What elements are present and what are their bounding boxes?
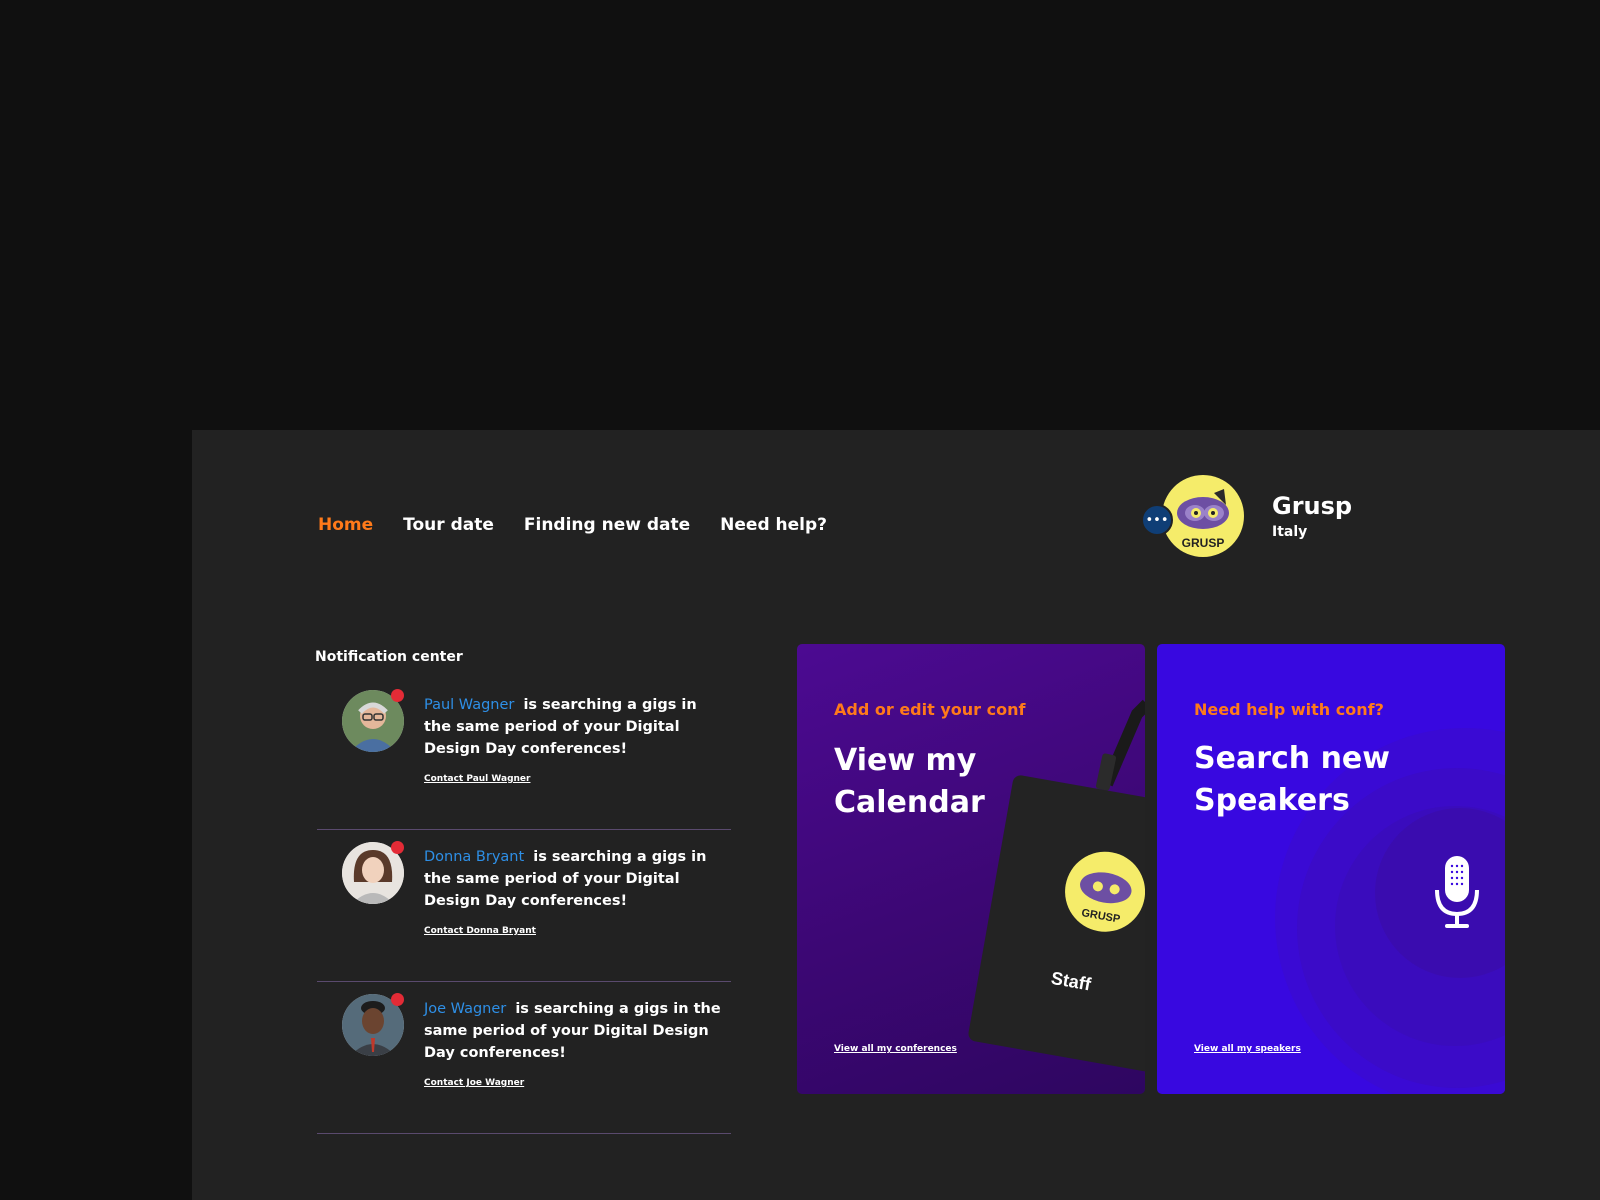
notification-center-title: Notification center <box>315 649 463 665</box>
speakers-card[interactable]: Need help with conf? Search new Speakers… <box>1157 644 1505 1094</box>
svg-text:GRUSP: GRUSP <box>1182 536 1225 550</box>
microphone-icon <box>1435 856 1479 928</box>
profile[interactable]: GRUSP ••• Grusp Italy <box>1141 475 1422 565</box>
notification-text: Paul Wagner is searching a gigs in the s… <box>424 694 724 760</box>
more-options-button[interactable]: ••• <box>1141 504 1173 536</box>
ellipsis-icon: ••• <box>1145 512 1169 528</box>
org-logo[interactable]: GRUSP <box>1162 475 1244 557</box>
notification-item: Joe Wagner is searching a gigs in the sa… <box>317 982 731 1134</box>
notification-text: Joe Wagner is searching a gigs in the sa… <box>424 998 724 1064</box>
notification-sender[interactable]: Paul Wagner <box>424 697 514 713</box>
contact-link[interactable]: Contact Donna Bryant <box>424 926 536 936</box>
card-kicker: Need help with conf? <box>1194 700 1384 719</box>
notification-item: Paul Wagner is searching a gigs in the s… <box>317 678 731 830</box>
org-name: Grusp <box>1272 492 1353 520</box>
org-country: Italy <box>1272 524 1308 540</box>
view-all-conferences-link[interactable]: View all my conferences <box>834 1044 957 1054</box>
unread-indicator <box>391 841 404 854</box>
unread-indicator <box>391 993 404 1006</box>
notification-list: Paul Wagner is searching a gigs in the s… <box>317 678 731 1134</box>
nav-tour-date[interactable]: Tour date <box>403 515 494 535</box>
top-nav: Home Tour date Finding new date Need hel… <box>318 515 857 535</box>
view-all-speakers-link[interactable]: View all my speakers <box>1194 1044 1301 1054</box>
notification-sender[interactable]: Joe Wagner <box>424 1001 506 1017</box>
unread-indicator <box>391 689 404 702</box>
card-title: Search new Speakers <box>1194 741 1390 818</box>
notification-text: Donna Bryant is searching a gigs in the … <box>424 846 724 912</box>
card-kicker: Add or edit your conf <box>834 700 1026 719</box>
card-title: View my Calendar <box>834 743 985 820</box>
notification-sender[interactable]: Donna Bryant <box>424 849 524 865</box>
owl-logo-icon: GRUSP <box>1177 489 1229 550</box>
contact-link[interactable]: Contact Paul Wagner <box>424 774 530 784</box>
conferences-card[interactable]: GRUSP Staff Add or edit your conf View m… <box>797 644 1145 1094</box>
nav-need-help[interactable]: Need help? <box>720 515 827 535</box>
main-panel: Home Tour date Finding new date Need hel… <box>192 430 1600 1200</box>
nav-finding-new-date[interactable]: Finding new date <box>524 515 690 535</box>
notification-item: Donna Bryant is searching a gigs in the … <box>317 830 731 982</box>
contact-link[interactable]: Contact Joe Wagner <box>424 1078 524 1088</box>
nav-home[interactable]: Home <box>318 515 373 535</box>
